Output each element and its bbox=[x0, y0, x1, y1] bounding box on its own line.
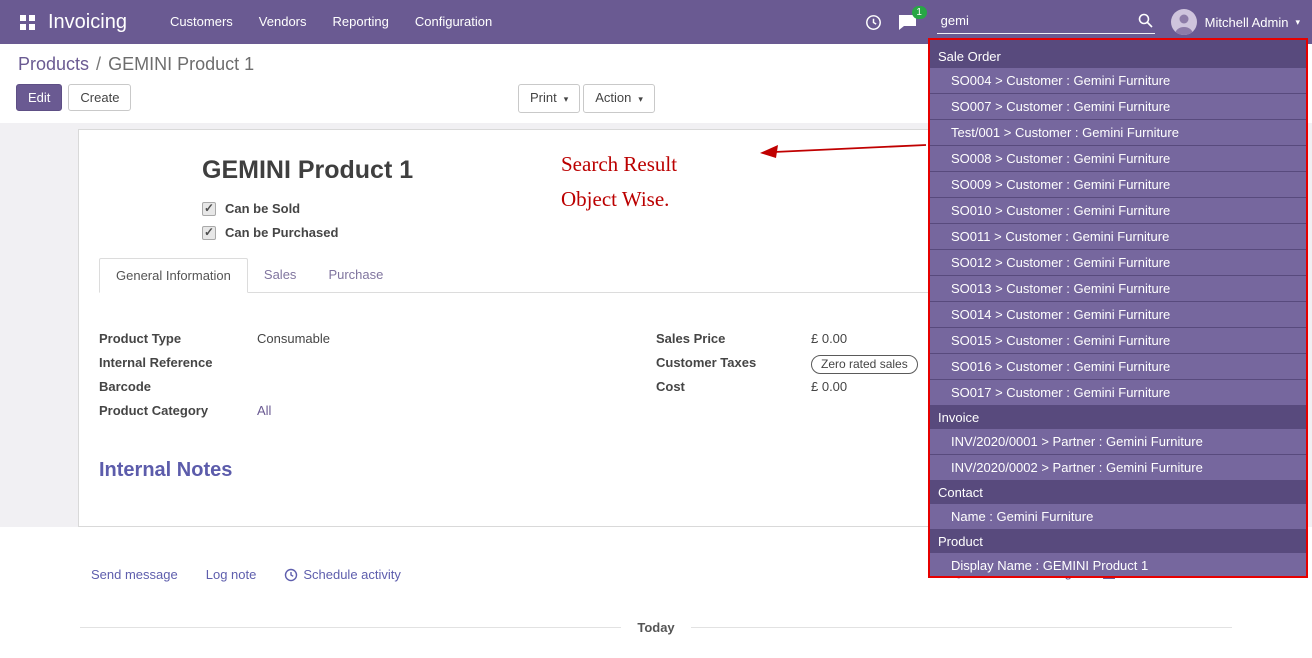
create-button[interactable]: Create bbox=[68, 84, 131, 111]
navbar-menu-item[interactable]: Customers bbox=[157, 0, 246, 44]
search-results-dropdown: Sale Order SO004 > Customer : Gemini Fur… bbox=[928, 38, 1308, 578]
app-name[interactable]: Invoicing bbox=[48, 11, 127, 34]
search-result-item[interactable]: Test/001 > Customer : Gemini Furniture bbox=[930, 120, 1306, 145]
search-icon[interactable] bbox=[1136, 13, 1155, 28]
search-result-item[interactable]: SO012 > Customer : Gemini Furniture bbox=[930, 250, 1306, 275]
result-group-header: Contact bbox=[930, 481, 1306, 504]
center-buttons: Print ▾ Action ▾ bbox=[515, 84, 655, 113]
schedule-activity-label: Schedule activity bbox=[303, 567, 401, 582]
fields-left-column: Product Type Consumable Internal Referen… bbox=[99, 331, 656, 427]
schedule-activity-link[interactable]: Schedule activity bbox=[284, 567, 401, 582]
date-separator-label: Today bbox=[621, 620, 690, 635]
messages-icon[interactable]: 1 bbox=[898, 14, 917, 31]
log-note-link[interactable]: Log note bbox=[206, 567, 257, 582]
print-button-label: Print bbox=[530, 90, 557, 105]
search-result-item[interactable]: SO004 > Customer : Gemini Furniture bbox=[930, 68, 1306, 93]
field-label: Product Category bbox=[99, 403, 257, 418]
search-result-item[interactable]: SO009 > Customer : Gemini Furniture bbox=[930, 172, 1306, 197]
customer-taxes-tag: Zero rated sales bbox=[811, 355, 918, 374]
annotation-arrow-icon bbox=[756, 138, 928, 162]
breadcrumb-separator: / bbox=[96, 54, 101, 74]
edit-button[interactable]: Edit bbox=[16, 84, 62, 111]
search-result-item[interactable]: SO007 > Customer : Gemini Furniture bbox=[930, 94, 1306, 119]
search-result-item[interactable]: SO015 > Customer : Gemini Furniture bbox=[930, 328, 1306, 353]
result-group-items: Name : Gemini Furniture bbox=[930, 504, 1306, 529]
field-value: £ 0.00 bbox=[811, 379, 847, 394]
can-be-purchased-label: Can be Purchased bbox=[225, 225, 338, 240]
search-input[interactable] bbox=[937, 11, 1136, 30]
can-be-purchased-checkbox[interactable] bbox=[202, 226, 216, 240]
navbar-menu-item[interactable]: Configuration bbox=[402, 0, 505, 44]
search-box bbox=[937, 11, 1155, 34]
chevron-down-icon: ▾ bbox=[1295, 17, 1300, 28]
result-group-invoice: Invoice INV/2020/0001 > Partner : Gemini… bbox=[930, 406, 1306, 480]
avatar bbox=[1171, 9, 1197, 35]
field-label: Product Type bbox=[99, 331, 257, 346]
action-button-label: Action bbox=[595, 90, 631, 105]
chevron-down-icon: ▾ bbox=[638, 94, 643, 104]
field-value: Consumable bbox=[257, 331, 330, 346]
navbar-menu-item[interactable]: Reporting bbox=[320, 0, 402, 44]
chevron-down-icon: ▾ bbox=[564, 94, 569, 104]
search-result-item[interactable]: SO017 > Customer : Gemini Furniture bbox=[930, 380, 1306, 405]
clock-icon bbox=[284, 568, 298, 582]
result-group-product: Product Display Name : GEMINI Product 1 bbox=[930, 530, 1306, 578]
field-product-type: Product Type Consumable bbox=[99, 331, 656, 350]
field-barcode: Barcode bbox=[99, 379, 656, 398]
navbar-menu: CustomersVendorsReportingConfiguration bbox=[157, 0, 505, 44]
result-group-sale-order: Sale Order SO004 > Customer : Gemini Fur… bbox=[930, 45, 1306, 405]
annotation-text: Search Result Object Wise. bbox=[561, 147, 677, 216]
result-group-header: Sale Order bbox=[930, 45, 1306, 68]
action-button[interactable]: Action ▾ bbox=[583, 84, 655, 113]
result-group-items: SO004 > Customer : Gemini FurnitureSO007… bbox=[930, 68, 1306, 405]
search-result-item[interactable]: Display Name : GEMINI Product 1 bbox=[930, 553, 1306, 578]
user-name: Mitchell Admin bbox=[1205, 15, 1289, 30]
field-label: Cost bbox=[656, 379, 811, 394]
navbar-right: 1 Mitchell Admin ▾ bbox=[865, 9, 1300, 35]
field-label: Sales Price bbox=[656, 331, 811, 346]
apps-menu-icon[interactable] bbox=[12, 0, 42, 44]
send-message-link[interactable]: Send message bbox=[91, 567, 178, 582]
result-group-header: Product bbox=[930, 530, 1306, 553]
tab-purchase[interactable]: Purchase bbox=[312, 258, 399, 293]
field-label: Customer Taxes bbox=[656, 355, 811, 370]
result-group-header: Invoice bbox=[930, 406, 1306, 429]
field-internal-reference: Internal Reference bbox=[99, 355, 656, 374]
activities-clock-icon[interactable] bbox=[865, 14, 882, 31]
result-group-items: INV/2020/0001 > Partner : Gemini Furnitu… bbox=[930, 429, 1306, 480]
can-be-sold-checkbox[interactable] bbox=[202, 202, 216, 216]
can-be-sold-label: Can be Sold bbox=[225, 201, 300, 216]
annotation-line-2: Object Wise. bbox=[561, 182, 677, 217]
tab-sales[interactable]: Sales bbox=[248, 258, 313, 293]
tab-general-information[interactable]: General Information bbox=[99, 258, 248, 293]
navbar-menu-item[interactable]: Vendors bbox=[246, 0, 320, 44]
date-separator: Today bbox=[80, 620, 1232, 635]
search-result-item[interactable]: INV/2020/0002 > Partner : Gemini Furnitu… bbox=[930, 455, 1306, 480]
search-result-item[interactable]: INV/2020/0001 > Partner : Gemini Furnitu… bbox=[930, 429, 1306, 454]
search-result-item[interactable]: SO013 > Customer : Gemini Furniture bbox=[930, 276, 1306, 301]
divider-line bbox=[691, 627, 1232, 628]
divider-line bbox=[80, 627, 621, 628]
search-result-item[interactable]: SO011 > Customer : Gemini Furniture bbox=[930, 224, 1306, 249]
breadcrumb-parent[interactable]: Products bbox=[18, 54, 89, 74]
breadcrumb-current: GEMINI Product 1 bbox=[108, 54, 254, 74]
field-label: Barcode bbox=[99, 379, 257, 394]
page: { "colors": { "accent": "#6a5a92", "navb… bbox=[0, 0, 1312, 658]
search-result-item[interactable]: SO016 > Customer : Gemini Furniture bbox=[930, 354, 1306, 379]
field-product-category: Product Category All bbox=[99, 403, 656, 422]
grid-icon bbox=[19, 14, 36, 31]
result-group-contact: Contact Name : Gemini Furniture bbox=[930, 481, 1306, 529]
result-group-items: Display Name : GEMINI Product 1 bbox=[930, 553, 1306, 578]
field-label: Internal Reference bbox=[99, 355, 257, 370]
messages-badge: 1 bbox=[912, 6, 927, 19]
print-button[interactable]: Print ▾ bbox=[518, 84, 580, 113]
annotation-line-1: Search Result bbox=[561, 147, 677, 182]
search-result-item[interactable]: SO010 > Customer : Gemini Furniture bbox=[930, 198, 1306, 223]
field-value: £ 0.00 bbox=[811, 331, 847, 346]
product-category-link[interactable]: All bbox=[257, 403, 271, 418]
user-menu[interactable]: Mitchell Admin ▾ bbox=[1171, 9, 1300, 35]
search-result-item[interactable]: SO008 > Customer : Gemini Furniture bbox=[930, 146, 1306, 171]
search-result-item[interactable]: SO014 > Customer : Gemini Furniture bbox=[930, 302, 1306, 327]
search-result-item[interactable]: Name : Gemini Furniture bbox=[930, 504, 1306, 529]
